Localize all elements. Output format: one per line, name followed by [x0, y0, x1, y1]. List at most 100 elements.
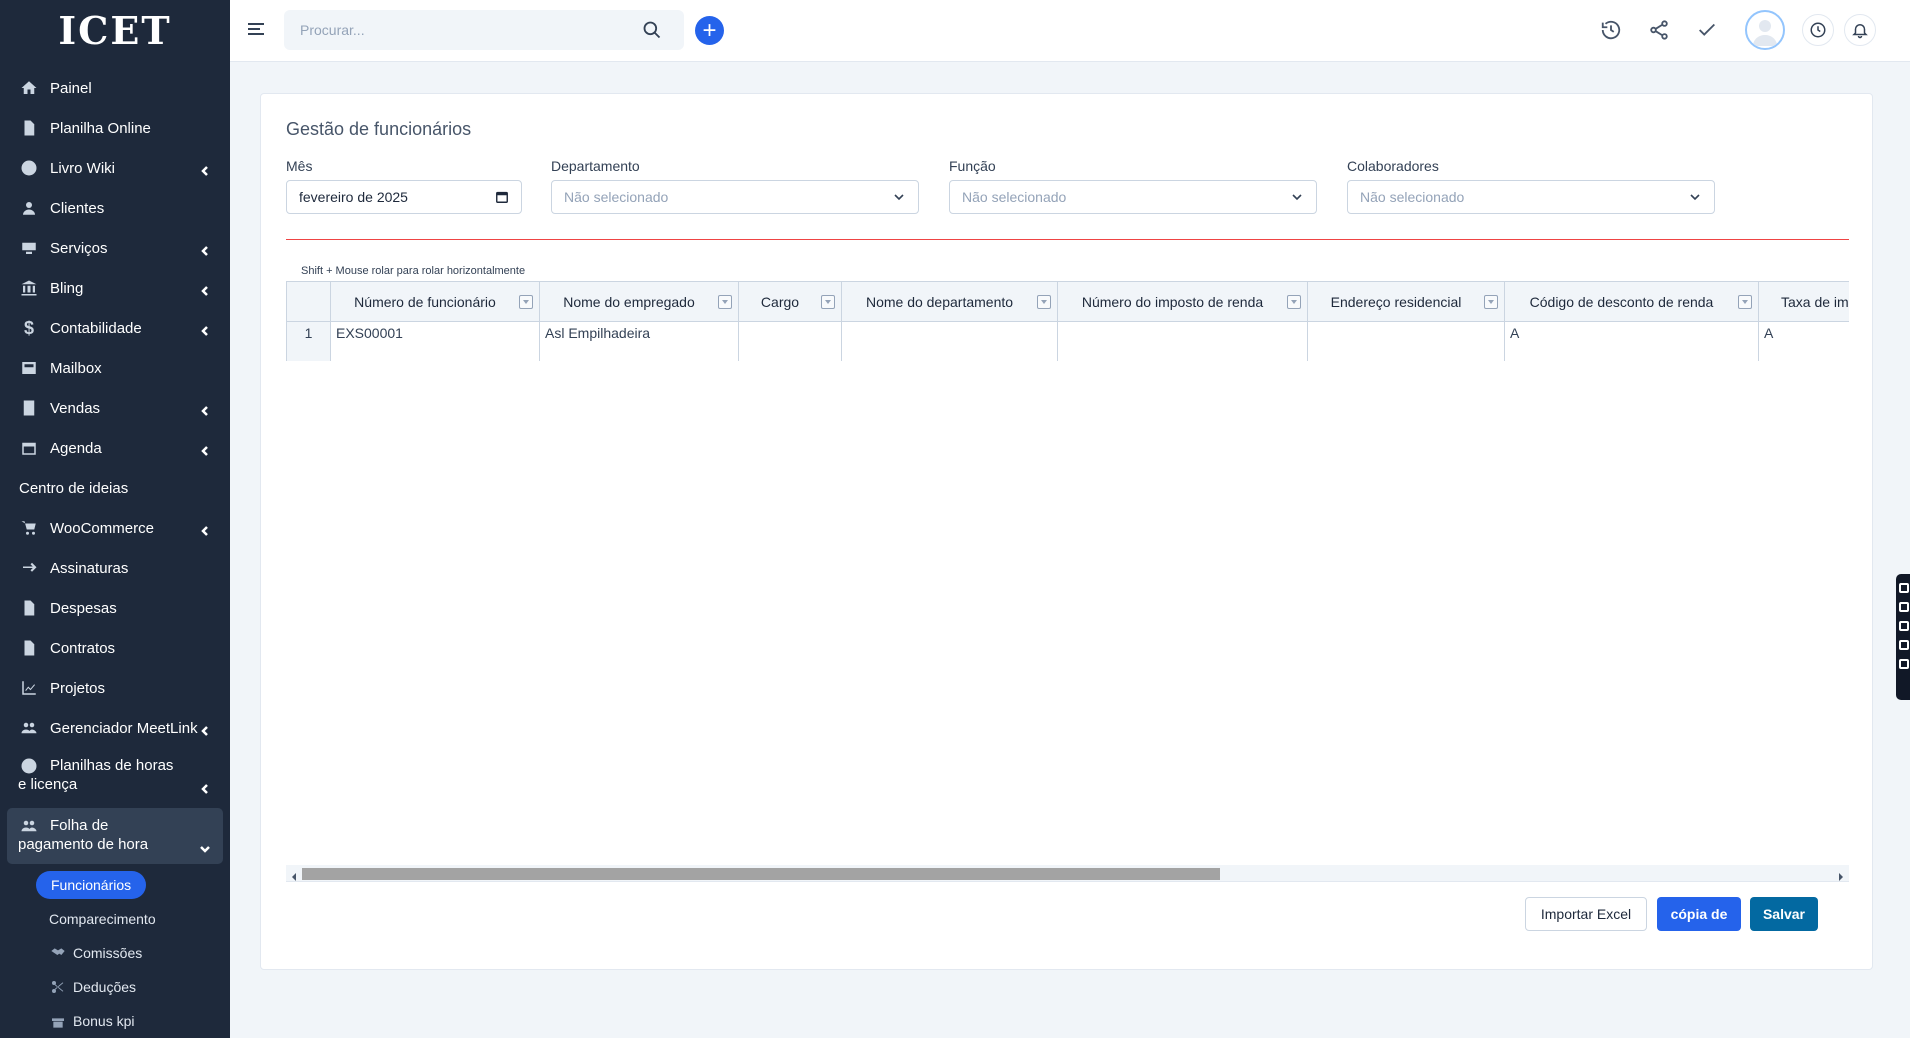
column-header[interactable]: Nome do departamento — [841, 281, 1058, 322]
table-cell[interactable]: Asl Empilhadeira — [539, 321, 739, 361]
table-cell[interactable]: A — [1504, 321, 1759, 361]
filter-icon[interactable] — [519, 295, 533, 309]
column-header[interactable]: Código de desconto de renda — [1504, 281, 1759, 322]
scroll-right-icon[interactable] — [1837, 869, 1845, 881]
sidebar-item-label: WooCommerce — [50, 519, 154, 537]
gear-icon[interactable] — [1899, 659, 1909, 669]
sidebar-item-despesas[interactable]: Despesas — [0, 588, 230, 628]
app-logo[interactable]: ICET — [0, 0, 230, 60]
calendar-icon[interactable] — [495, 190, 509, 204]
scissors-icon — [47, 979, 69, 995]
sidebar-item-label: Deduções — [73, 979, 137, 995]
filter-icon[interactable] — [1484, 295, 1498, 309]
column-header[interactable]: Número de funcionário — [330, 281, 540, 322]
search-input[interactable] — [284, 10, 684, 50]
submenu-item-bonus-kpi[interactable]: Bonus kpi — [36, 1004, 230, 1038]
table-cell[interactable] — [1307, 321, 1505, 361]
sidebar-nav: Painel Planilha Online Livro Wiki Client… — [0, 60, 230, 1038]
share-icon[interactable] — [1648, 19, 1670, 41]
sidebar-item-label: Bonus kpi — [73, 1013, 135, 1029]
sidebar-item-label: Vendas — [50, 399, 101, 417]
staff-select[interactable]: Não selecionado — [1347, 180, 1715, 214]
department-placeholder: Não selecionado — [564, 189, 669, 205]
column-header[interactable]: Cargo — [738, 281, 842, 322]
tool-icon[interactable] — [1899, 583, 1909, 593]
column-header[interactable]: Número do imposto de renda — [1057, 281, 1308, 322]
sidebar-item-projetos[interactable]: Projetos — [0, 668, 230, 708]
filter-icon[interactable] — [821, 295, 835, 309]
sidebar-item-bling[interactable]: Bling — [0, 268, 230, 308]
sidebar-item-planilhas-de-horas[interactable]: Planilhas de horas e licença — [0, 748, 230, 806]
tool-icon[interactable] — [1899, 640, 1909, 650]
history-icon[interactable] — [1600, 19, 1622, 41]
department-label: Departamento — [551, 158, 640, 174]
submenu-item-funcionarios[interactable]: Funcionários — [36, 868, 230, 902]
bell-icon[interactable] — [1844, 14, 1876, 46]
tool-icon[interactable] — [1899, 621, 1909, 631]
department-select[interactable]: Não selecionado — [551, 180, 919, 214]
column-header[interactable]: Endereço residencial — [1307, 281, 1505, 322]
filter-icon[interactable] — [718, 295, 732, 309]
sidebar-item-mailbox[interactable]: Mailbox — [0, 348, 230, 388]
sidebar-item-contratos[interactable]: Contratos — [0, 628, 230, 668]
scrollbar-thumb[interactable] — [302, 868, 1220, 880]
sidebar-item-agenda[interactable]: Agenda — [0, 428, 230, 468]
role-select[interactable]: Não selecionado — [949, 180, 1317, 214]
sidebar-item-centro-de-ideias[interactable]: Centro de ideias — [0, 468, 230, 508]
sidebar-item-vendas[interactable]: Vendas — [0, 388, 230, 428]
filter-icon[interactable] — [1738, 295, 1752, 309]
search-icon[interactable] — [642, 20, 662, 40]
floating-tools-tab[interactable] — [1896, 574, 1910, 700]
row-number[interactable]: 1 — [286, 321, 331, 361]
chevron-left-icon — [200, 723, 210, 736]
table-cell[interactable]: A — [1758, 321, 1849, 361]
filter-icon[interactable] — [1287, 295, 1301, 309]
submenu-item-comissoes[interactable]: Comissões — [36, 936, 230, 970]
sidebar-item-gerenciador-meetlink[interactable]: Gerenciador MeetLink — [0, 708, 230, 748]
sidebar-item-label: Livro Wiki — [50, 159, 116, 177]
filter-icon[interactable] — [1037, 295, 1051, 309]
tool-icon[interactable] — [1899, 602, 1909, 612]
save-button[interactable]: Salvar — [1750, 897, 1818, 931]
table-cell[interactable]: EXS00001 — [330, 321, 540, 361]
menu-toggle-icon[interactable] — [248, 23, 264, 37]
column-header[interactable]: Nome do empregado — [539, 281, 739, 322]
chevron-left-icon — [200, 163, 210, 176]
clock-icon[interactable] — [1802, 14, 1834, 46]
sidebar-item-planilha-online[interactable]: Planilha Online — [0, 108, 230, 148]
sidebar-item-label: Mailbox — [50, 359, 102, 377]
sidebar-item-folha-de-pagamento[interactable]: Folha de pagamento de hora — [7, 808, 223, 864]
bank-icon — [18, 279, 40, 297]
topbar: + — [230, 0, 1910, 62]
sidebar-item-livro-wiki[interactable]: Livro Wiki — [0, 148, 230, 188]
chevron-left-icon — [200, 243, 210, 256]
chevron-down-icon — [894, 194, 904, 201]
users-icon — [18, 719, 40, 737]
check-icon[interactable] — [1696, 19, 1718, 41]
staff-label: Colaboradores — [1347, 158, 1439, 174]
sidebar-item-painel[interactable]: Painel — [0, 68, 230, 108]
avatar[interactable] — [1745, 10, 1785, 50]
month-picker[interactable]: fevereiro de 2025 — [286, 180, 522, 214]
sidebar-item-contabilidade[interactable]: $ Contabilidade — [0, 308, 230, 348]
table-corner[interactable] — [286, 281, 331, 322]
file-icon — [18, 119, 40, 137]
table-cell[interactable] — [841, 321, 1058, 361]
sidebar-item-clientes[interactable]: Clientes — [0, 188, 230, 228]
employee-management-panel: Gestão de funcionários Mês fevereiro de … — [260, 93, 1873, 970]
scroll-left-icon[interactable] — [290, 869, 298, 881]
section-divider — [286, 239, 1849, 240]
sidebar-item-assinaturas[interactable]: Assinaturas — [0, 548, 230, 588]
column-header[interactable]: Taxa de im — [1758, 281, 1849, 322]
import-excel-button[interactable]: Importar Excel — [1525, 897, 1647, 931]
employee-grid[interactable]: Número de funcionário Nome do empregado … — [286, 281, 1849, 361]
table-cell[interactable] — [738, 321, 842, 361]
table-cell[interactable] — [1057, 321, 1308, 361]
submenu-item-comparecimento[interactable]: Comparecimento — [36, 902, 230, 936]
quick-add-button[interactable]: + — [695, 16, 724, 45]
sidebar-item-woocommerce[interactable]: WooCommerce — [0, 508, 230, 548]
horizontal-scrollbar[interactable] — [286, 865, 1849, 882]
submenu-item-deducoes[interactable]: Deduções — [36, 970, 230, 1004]
sidebar-item-servicos[interactable]: Serviços — [0, 228, 230, 268]
copy-button[interactable]: cópia de — [1657, 897, 1741, 931]
